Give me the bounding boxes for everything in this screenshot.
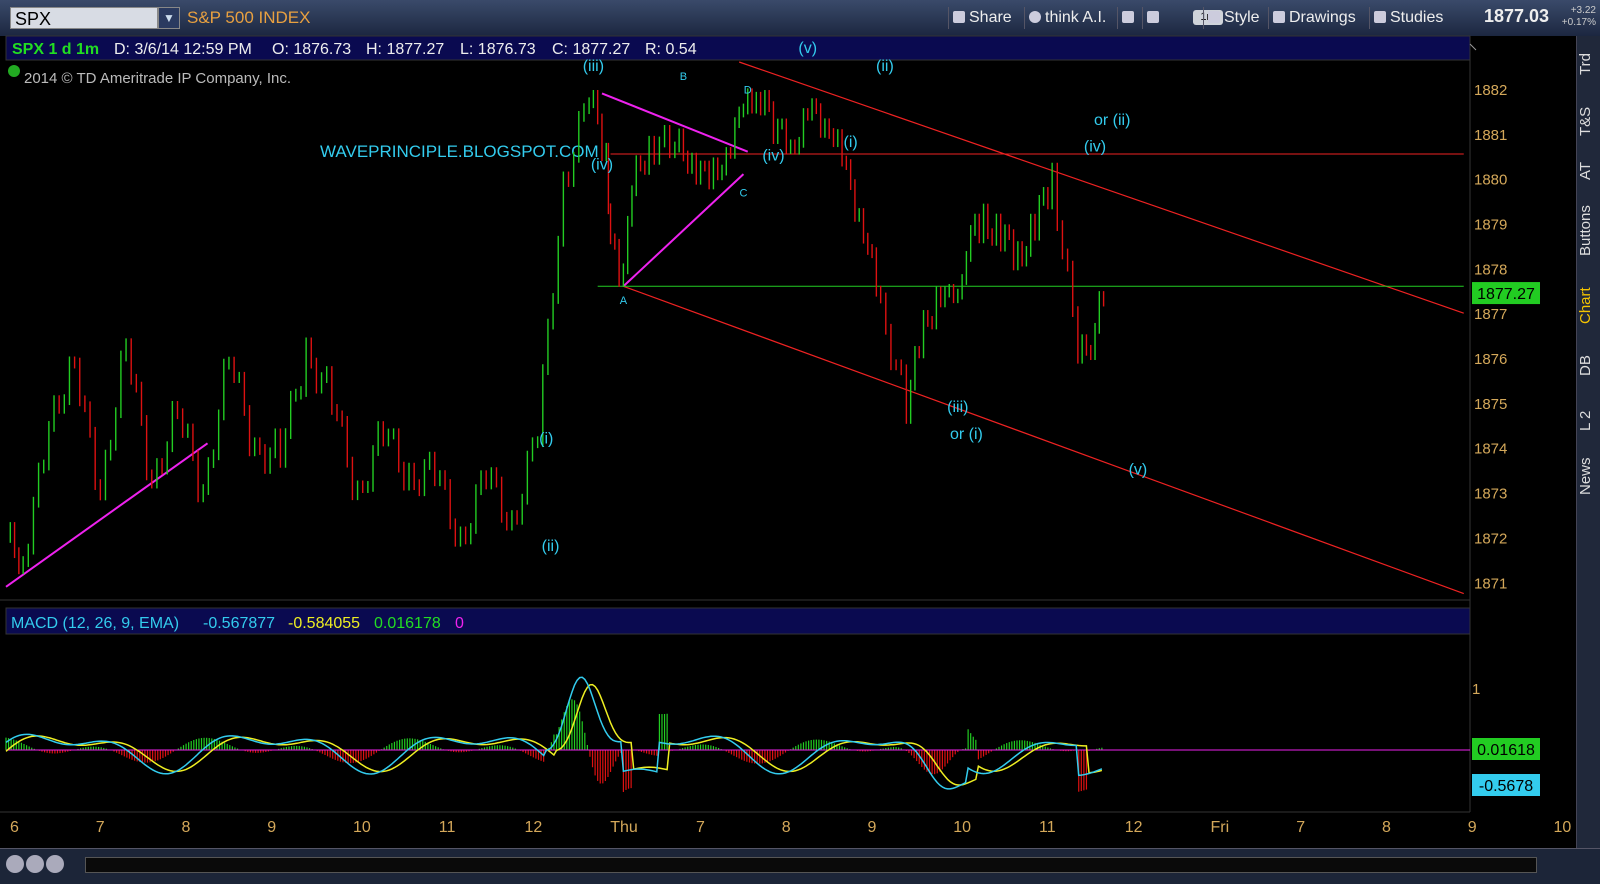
sidebar-tab-at[interactable]: AT	[1577, 156, 1600, 186]
sidebar-tab-db[interactable]: DB	[1577, 351, 1600, 381]
price-tick-label: 1880	[1474, 172, 1507, 189]
macd-value-tag: -0.5678	[1479, 778, 1533, 795]
time-tick-label: 10	[353, 819, 371, 836]
bottom-bar	[0, 848, 1600, 884]
bar-high: H: 1877.27	[366, 41, 444, 58]
wave-label: or (ii)	[1094, 112, 1130, 129]
bar-open: O: 1876.73	[272, 41, 351, 58]
wave-label: (v)	[798, 40, 817, 57]
wave-label: (i)	[539, 430, 553, 447]
copyright: 2014 © TD Ameritrade IP Company, Inc.	[24, 70, 291, 87]
macd-diff-tag: 0.01618	[1477, 742, 1535, 759]
time-tick-label: 7	[1296, 819, 1305, 836]
watermark: WAVEPRINCIPLE.BLOGSPOT.COM	[320, 142, 599, 161]
time-tick-label: 12	[525, 819, 543, 836]
time-tick-label: 8	[782, 819, 791, 836]
bar-date: D: 3/6/14 12:59 PM	[114, 41, 252, 58]
price-tick-label: 1876	[1474, 351, 1507, 368]
time-tick-label: 11	[439, 819, 456, 836]
wave-label: (ii)	[876, 58, 894, 75]
wave-label: (iv)	[591, 157, 613, 174]
time-scrollbar[interactable]	[85, 857, 1537, 873]
chart-background	[0, 36, 1576, 848]
wave-label: (iv)	[1084, 139, 1106, 156]
sidebar-tab-chart[interactable]: Chart	[1577, 281, 1600, 331]
time-tick-label: 11	[1039, 819, 1056, 836]
sidebar-tab-level2[interactable]: L 2	[1577, 401, 1600, 441]
wave-label: D	[744, 84, 752, 96]
price-tick-label: 1881	[1474, 127, 1507, 144]
bar-range: R: 0.54	[645, 41, 697, 58]
zoom-area-icon[interactable]	[46, 855, 64, 873]
current-price-tag: 1877.27	[1477, 286, 1535, 303]
price-tick-label: 1871	[1474, 575, 1507, 592]
zoom-in-icon[interactable]	[26, 855, 44, 873]
price-chart[interactable]: SPX 1 d 1m D: 3/6/14 12:59 PM O: 1876.73…	[0, 0, 1576, 848]
macd-value: -0.567877	[203, 615, 275, 632]
bar-close: C: 1877.27	[552, 41, 630, 58]
time-tick-label: 8	[1382, 819, 1391, 836]
wave-label: or (i)	[950, 426, 983, 443]
price-tick-label: 1872	[1474, 530, 1507, 547]
macd-y-tick: 1	[1472, 681, 1480, 698]
sidebar-tab-buttons[interactable]: Buttons	[1577, 196, 1600, 266]
time-tick-label: 8	[182, 819, 191, 836]
time-tick-label: Thu	[610, 819, 638, 836]
price-tick-label: 1882	[1474, 82, 1507, 99]
wave-label: (ii)	[542, 538, 560, 555]
macd-zero: 0	[455, 615, 464, 632]
price-tick-label: 1878	[1474, 261, 1507, 278]
time-tick-label: 12	[1125, 819, 1143, 836]
time-tick-label: 10	[1554, 819, 1572, 836]
macd-avg: -0.584055	[288, 615, 360, 632]
wave-label: A	[620, 295, 628, 307]
wave-label: C	[739, 188, 747, 200]
wave-label: (iv)	[762, 148, 784, 165]
price-tick-label: 1875	[1474, 396, 1507, 413]
time-tick-label: Fri	[1211, 819, 1230, 836]
time-tick-label: 10	[953, 819, 971, 836]
info-icon[interactable]	[8, 65, 20, 77]
wave-label: (i)	[844, 134, 858, 151]
zoom-out-icon[interactable]	[6, 855, 24, 873]
price-tick-label: 1877	[1474, 306, 1507, 323]
macd-header-text: MACD (12, 26, 9, EMA) -0.567877 -0.58405…	[11, 615, 464, 632]
sidebar-tab-news[interactable]: News	[1577, 451, 1600, 501]
wave-label: B	[680, 71, 687, 83]
macd-diff: 0.016178	[374, 615, 441, 632]
time-tick-label: 9	[267, 819, 276, 836]
bar-low: L: 1876.73	[460, 41, 536, 58]
time-tick-label: 9	[868, 819, 877, 836]
wave-label: (v)	[1129, 462, 1148, 479]
time-tick-label: 6	[10, 819, 19, 836]
macd-title: MACD (12, 26, 9, EMA)	[11, 615, 179, 632]
sidebar-tab-trd[interactable]: Trd	[1577, 44, 1600, 84]
wave-label: (iii)	[583, 58, 604, 75]
chart-spec: SPX 1 d 1m	[12, 41, 99, 58]
price-tick-label: 1873	[1474, 486, 1507, 503]
right-sidebar: Trd T&S AT Buttons Chart DB L 2 News	[1576, 36, 1600, 848]
price-tick-label: 1879	[1474, 216, 1507, 233]
time-tick-label: 7	[96, 819, 105, 836]
price-tick-label: 1874	[1474, 441, 1507, 458]
time-tick-label: 9	[1468, 819, 1477, 836]
wave-label: (iii)	[947, 399, 968, 416]
sidebar-tab-time-sales[interactable]: T&S	[1577, 96, 1600, 146]
time-tick-label: 7	[696, 819, 705, 836]
